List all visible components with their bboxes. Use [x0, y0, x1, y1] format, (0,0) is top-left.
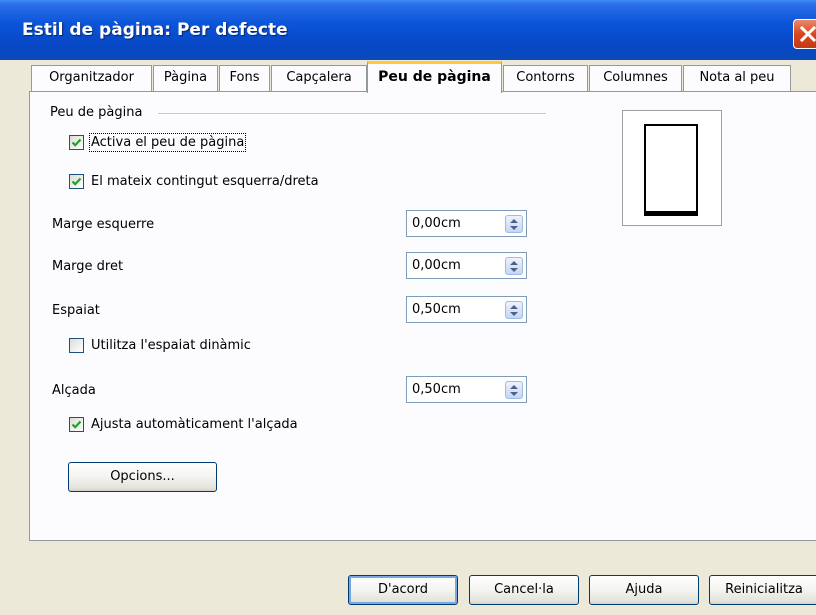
height-field[interactable]: 0,50cm [406, 376, 527, 403]
dynamic-spacing-label[interactable]: Utilitza l'espaiat dinàmic [91, 338, 251, 353]
ok-button[interactable]: D'acord [348, 575, 458, 605]
reset-button[interactable]: Reinicialitza [709, 575, 816, 605]
spacing-label: Espaiat [52, 303, 100, 318]
spinner-arrows-icon [510, 305, 518, 316]
height-spinner[interactable] [505, 381, 523, 399]
activate-footer-label[interactable]: Activa el peu de pàgina [88, 133, 247, 152]
cancel-button[interactable]: Cancel·la [469, 575, 579, 605]
autofit-height-checkbox[interactable] [69, 417, 84, 432]
dynamic-spacing-checkbox[interactable] [69, 338, 84, 353]
spinner-arrows-icon [510, 385, 518, 396]
left-margin-value[interactable]: 0,00cm [412, 216, 461, 231]
close-button[interactable] [793, 19, 816, 49]
tab-organitzador[interactable]: Organitzador [31, 65, 152, 92]
tab-contorns[interactable]: Contorns [503, 65, 588, 92]
same-content-checkbox[interactable] [69, 174, 84, 189]
left-margin-label: Marge esquerre [52, 217, 155, 232]
preview-page-footer [644, 124, 698, 216]
group-divider [158, 113, 546, 115]
tab-capcalera[interactable]: Capçalera [271, 65, 367, 92]
height-label: Alçada [52, 383, 96, 398]
activate-footer-checkbox[interactable] [69, 135, 84, 150]
tab-columnes[interactable]: Columnes [589, 65, 682, 92]
tab-pagina[interactable]: Pàgina [153, 65, 218, 92]
tab-fons[interactable]: Fons [219, 65, 270, 92]
autofit-height-label[interactable]: Ajusta automàticament l'alçada [91, 417, 298, 432]
title-bar: Estil de pàgina: Per defecte [0, 0, 816, 60]
spinner-arrows-icon [510, 261, 518, 272]
spacing-field[interactable]: 0,50cm [406, 296, 527, 323]
checkmark-icon [71, 420, 82, 429]
tab-peu-de-pagina[interactable]: Peu de pàgina [367, 61, 502, 93]
height-value[interactable]: 0,50cm [412, 382, 461, 397]
page-preview [622, 110, 722, 226]
help-button[interactable]: Ajuda [589, 575, 699, 605]
checkmark-icon [71, 177, 82, 186]
tab-strip: Organitzador Pàgina Fons Capçalera Peu d… [0, 60, 816, 93]
spinner-arrows-icon [510, 219, 518, 230]
group-label-footer: Peu de pàgina [50, 105, 143, 120]
left-margin-spinner[interactable] [505, 215, 523, 233]
checkmark-icon [71, 138, 82, 147]
right-margin-field[interactable]: 0,00cm [406, 252, 527, 279]
tab-nota-al-peu[interactable]: Nota al peu [683, 65, 791, 92]
left-margin-field[interactable]: 0,00cm [406, 210, 527, 237]
right-margin-value[interactable]: 0,00cm [412, 258, 461, 273]
close-icon [799, 25, 816, 43]
window-title: Estil de pàgina: Per defecte [22, 20, 288, 40]
spacing-value[interactable]: 0,50cm [412, 302, 461, 317]
right-margin-spinner[interactable] [505, 257, 523, 275]
right-margin-label: Marge dret [52, 259, 124, 274]
spacing-spinner[interactable] [505, 301, 523, 319]
same-content-label[interactable]: El mateix contingut esquerra/dreta [91, 174, 319, 189]
options-button[interactable]: Opcions... [68, 462, 217, 492]
